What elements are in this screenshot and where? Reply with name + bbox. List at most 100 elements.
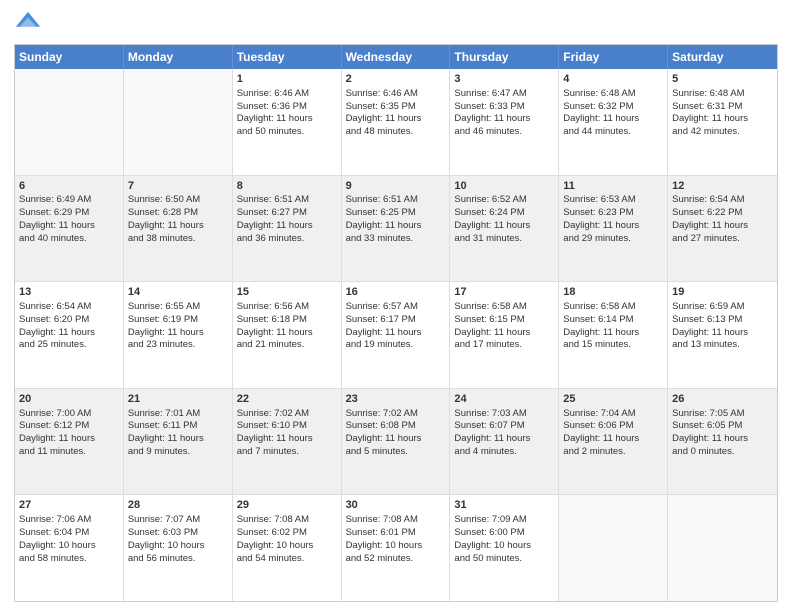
cell-line-2: Daylight: 11 hours — [563, 220, 663, 233]
cell-line-1: Sunset: 6:01 PM — [346, 527, 446, 540]
cell-line-3: and 40 minutes. — [19, 233, 119, 246]
cell-line-1: Sunset: 6:27 PM — [237, 207, 337, 220]
cell-line-0: Sunrise: 7:04 AM — [563, 408, 663, 421]
calendar-cell-12: 12Sunrise: 6:54 AMSunset: 6:22 PMDayligh… — [668, 176, 777, 282]
cell-line-3: and 11 minutes. — [19, 446, 119, 459]
cell-line-1: Sunset: 6:06 PM — [563, 420, 663, 433]
day-number: 26 — [672, 392, 773, 407]
cell-line-3: and 58 minutes. — [19, 553, 119, 566]
cell-line-1: Sunset: 6:24 PM — [454, 207, 554, 220]
cell-line-0: Sunrise: 7:08 AM — [237, 514, 337, 527]
cell-line-2: Daylight: 11 hours — [19, 220, 119, 233]
day-number: 4 — [563, 72, 663, 87]
calendar-cell-27: 27Sunrise: 7:06 AMSunset: 6:04 PMDayligh… — [15, 495, 124, 601]
calendar-cell-22: 22Sunrise: 7:02 AMSunset: 6:10 PMDayligh… — [233, 389, 342, 495]
cell-line-1: Sunset: 6:17 PM — [346, 314, 446, 327]
cell-line-3: and 13 minutes. — [672, 339, 773, 352]
day-number: 31 — [454, 498, 554, 513]
calendar-cell-9: 9Sunrise: 6:51 AMSunset: 6:25 PMDaylight… — [342, 176, 451, 282]
calendar-body: 1Sunrise: 6:46 AMSunset: 6:36 PMDaylight… — [15, 69, 777, 601]
cell-line-0: Sunrise: 6:47 AM — [454, 88, 554, 101]
day-number: 3 — [454, 72, 554, 87]
cell-line-2: Daylight: 11 hours — [128, 220, 228, 233]
cell-line-0: Sunrise: 6:51 AM — [237, 194, 337, 207]
cell-line-0: Sunrise: 7:07 AM — [128, 514, 228, 527]
calendar-cell-13: 13Sunrise: 6:54 AMSunset: 6:20 PMDayligh… — [15, 282, 124, 388]
day-number: 6 — [19, 179, 119, 194]
header — [14, 10, 778, 38]
cell-line-3: and 5 minutes. — [346, 446, 446, 459]
cell-line-0: Sunrise: 6:54 AM — [672, 194, 773, 207]
header-day-thursday: Thursday — [450, 45, 559, 69]
cell-line-2: Daylight: 11 hours — [563, 113, 663, 126]
cell-line-0: Sunrise: 6:58 AM — [454, 301, 554, 314]
cell-line-1: Sunset: 6:36 PM — [237, 101, 337, 114]
cell-line-3: and 48 minutes. — [346, 126, 446, 139]
calendar-cell-6: 6Sunrise: 6:49 AMSunset: 6:29 PMDaylight… — [15, 176, 124, 282]
calendar-cell-14: 14Sunrise: 6:55 AMSunset: 6:19 PMDayligh… — [124, 282, 233, 388]
cell-line-3: and 17 minutes. — [454, 339, 554, 352]
cell-line-2: Daylight: 11 hours — [454, 220, 554, 233]
cell-line-0: Sunrise: 7:06 AM — [19, 514, 119, 527]
cell-line-3: and 29 minutes. — [563, 233, 663, 246]
cell-line-3: and 2 minutes. — [563, 446, 663, 459]
calendar-cell-5: 5Sunrise: 6:48 AMSunset: 6:31 PMDaylight… — [668, 69, 777, 175]
calendar-cell-28: 28Sunrise: 7:07 AMSunset: 6:03 PMDayligh… — [124, 495, 233, 601]
cell-line-0: Sunrise: 7:09 AM — [454, 514, 554, 527]
cell-line-3: and 25 minutes. — [19, 339, 119, 352]
cell-line-2: Daylight: 11 hours — [237, 113, 337, 126]
cell-line-1: Sunset: 6:15 PM — [454, 314, 554, 327]
calendar-cell-17: 17Sunrise: 6:58 AMSunset: 6:15 PMDayligh… — [450, 282, 559, 388]
cell-line-3: and 27 minutes. — [672, 233, 773, 246]
cell-line-2: Daylight: 11 hours — [454, 433, 554, 446]
day-number: 15 — [237, 285, 337, 300]
cell-line-1: Sunset: 6:31 PM — [672, 101, 773, 114]
cell-line-0: Sunrise: 6:55 AM — [128, 301, 228, 314]
day-number: 17 — [454, 285, 554, 300]
cell-line-2: Daylight: 11 hours — [237, 433, 337, 446]
calendar-row-4: 27Sunrise: 7:06 AMSunset: 6:04 PMDayligh… — [15, 495, 777, 601]
cell-line-3: and 54 minutes. — [237, 553, 337, 566]
day-number: 8 — [237, 179, 337, 194]
day-number: 21 — [128, 392, 228, 407]
day-number: 28 — [128, 498, 228, 513]
day-number: 5 — [672, 72, 773, 87]
cell-line-1: Sunset: 6:18 PM — [237, 314, 337, 327]
cell-line-3: and 31 minutes. — [454, 233, 554, 246]
cell-line-3: and 33 minutes. — [346, 233, 446, 246]
cell-line-0: Sunrise: 6:52 AM — [454, 194, 554, 207]
day-number: 25 — [563, 392, 663, 407]
day-number: 24 — [454, 392, 554, 407]
cell-line-1: Sunset: 6:33 PM — [454, 101, 554, 114]
calendar-cell-18: 18Sunrise: 6:58 AMSunset: 6:14 PMDayligh… — [559, 282, 668, 388]
day-number: 2 — [346, 72, 446, 87]
cell-line-0: Sunrise: 7:02 AM — [346, 408, 446, 421]
cell-line-0: Sunrise: 6:49 AM — [19, 194, 119, 207]
cell-line-2: Daylight: 11 hours — [19, 327, 119, 340]
day-number: 11 — [563, 179, 663, 194]
day-number: 29 — [237, 498, 337, 513]
calendar-cell-1: 1Sunrise: 6:46 AMSunset: 6:36 PMDaylight… — [233, 69, 342, 175]
header-day-wednesday: Wednesday — [342, 45, 451, 69]
cell-line-2: Daylight: 11 hours — [346, 220, 446, 233]
cell-line-3: and 9 minutes. — [128, 446, 228, 459]
cell-line-2: Daylight: 11 hours — [346, 327, 446, 340]
cell-line-0: Sunrise: 6:53 AM — [563, 194, 663, 207]
cell-line-1: Sunset: 6:08 PM — [346, 420, 446, 433]
cell-line-2: Daylight: 11 hours — [237, 220, 337, 233]
day-number: 23 — [346, 392, 446, 407]
calendar-cell-11: 11Sunrise: 6:53 AMSunset: 6:23 PMDayligh… — [559, 176, 668, 282]
cell-line-2: Daylight: 11 hours — [672, 327, 773, 340]
cell-line-2: Daylight: 11 hours — [563, 433, 663, 446]
cell-line-3: and 0 minutes. — [672, 446, 773, 459]
cell-line-1: Sunset: 6:20 PM — [19, 314, 119, 327]
cell-line-0: Sunrise: 6:56 AM — [237, 301, 337, 314]
cell-line-1: Sunset: 6:05 PM — [672, 420, 773, 433]
cell-line-3: and 50 minutes. — [454, 553, 554, 566]
cell-line-2: Daylight: 11 hours — [454, 327, 554, 340]
cell-line-3: and 44 minutes. — [563, 126, 663, 139]
cell-line-1: Sunset: 6:04 PM — [19, 527, 119, 540]
cell-line-1: Sunset: 6:28 PM — [128, 207, 228, 220]
cell-line-1: Sunset: 6:29 PM — [19, 207, 119, 220]
calendar-row-0: 1Sunrise: 6:46 AMSunset: 6:36 PMDaylight… — [15, 69, 777, 176]
